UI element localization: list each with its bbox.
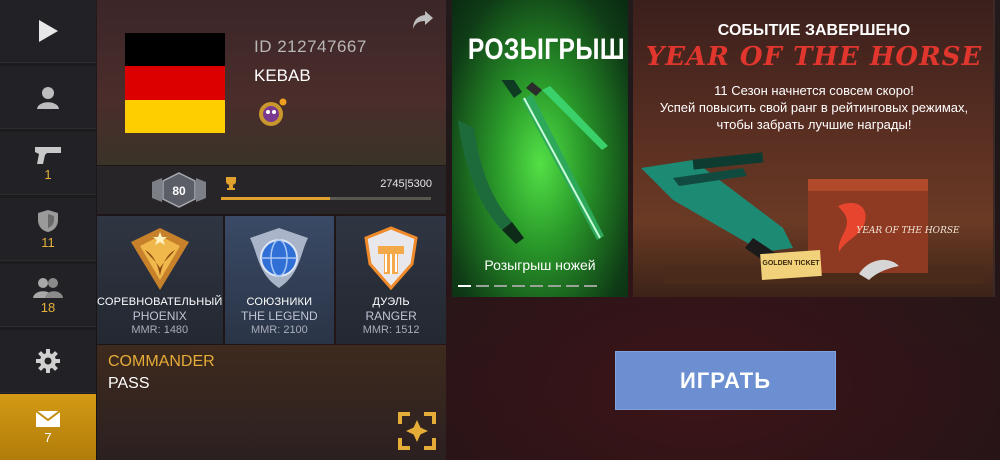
carousel-dot[interactable] bbox=[584, 285, 597, 287]
event-text-2: Успей повысить свой ранг в рейтинговых р… bbox=[659, 100, 969, 115]
mode-name: ДУЭЛЬ bbox=[372, 296, 410, 308]
sidebar: 1 11 18 7 bbox=[0, 0, 96, 460]
mode-competitive[interactable]: СОРЕВНОВАТЕЛЬНЫЙ PHOENIX MMR: 1480 bbox=[97, 216, 223, 344]
level-badge-icon: 80 bbox=[152, 172, 206, 208]
inventory-count: 1 bbox=[44, 166, 52, 182]
svg-text:80: 80 bbox=[172, 184, 186, 198]
mode-rank: PHOENIX bbox=[132, 309, 187, 323]
mode-rank: RANGER bbox=[365, 309, 417, 323]
gear-icon bbox=[36, 349, 60, 373]
mode-allies[interactable]: СОЮЗНИКИ THE LEGEND MMR: 2100 bbox=[224, 216, 335, 344]
country-flag bbox=[125, 33, 225, 133]
mode-rank: THE LEGEND bbox=[241, 309, 318, 323]
golden-ticket-label: GOLDEN TICKET bbox=[762, 260, 820, 267]
flag-stripe bbox=[125, 66, 225, 100]
legend-rank-icon bbox=[250, 228, 309, 288]
player-name: KEBAB bbox=[254, 66, 311, 85]
raffle-banner[interactable]: РОЗЫГРЫШ Розыгрыш ножей bbox=[452, 0, 628, 297]
mode-mmr: MMR: 1480 bbox=[131, 324, 189, 336]
carousel-dot[interactable] bbox=[530, 285, 543, 287]
sidebar-inventory-button[interactable]: 1 bbox=[0, 132, 96, 195]
clan-count: 11 bbox=[41, 234, 55, 250]
carousel-dot[interactable] bbox=[548, 285, 561, 287]
mode-mmr: MMR: 1512 bbox=[362, 324, 420, 336]
profile-card[interactable]: ID 212747667 KEBAB bbox=[97, 0, 446, 165]
friends-count: 18 bbox=[40, 299, 56, 315]
sidebar-friends-button[interactable]: 18 bbox=[0, 264, 96, 327]
sidebar-mail-button[interactable]: 7 bbox=[0, 394, 96, 460]
mail-count: 7 bbox=[44, 430, 52, 445]
commander-pass-subtitle: PASS bbox=[108, 375, 150, 392]
event-logo: YEAR OF THE HORSE bbox=[645, 42, 983, 72]
xp-progress-bar bbox=[221, 197, 431, 200]
event-text-3: чтобы забрать лучшие награды! bbox=[716, 117, 912, 132]
sidebar-play-button[interactable] bbox=[0, 0, 96, 63]
profile-icon bbox=[37, 87, 59, 109]
event-title: СОБЫТИЕ ЗАВЕРШЕНО bbox=[717, 22, 911, 39]
carousel-dot[interactable] bbox=[566, 285, 579, 287]
event-text-1: 11 Сезон начнется совсем скоро! bbox=[714, 83, 914, 98]
pistol-icon bbox=[35, 146, 61, 164]
sidebar-settings-button[interactable] bbox=[0, 330, 96, 393]
raffle-title: РОЗЫГРЫШ bbox=[467, 33, 625, 66]
trophy-icon bbox=[226, 177, 236, 190]
ranger-rank-icon bbox=[364, 226, 418, 291]
friends-icon bbox=[33, 277, 63, 298]
sidebar-profile-button[interactable] bbox=[0, 66, 96, 129]
event-rewards-image: YEAR OF THE HORSE GOLDEN TICKET bbox=[641, 152, 983, 284]
commander-pass-card[interactable]: COMMANDER PASS bbox=[97, 345, 446, 460]
play-icon bbox=[39, 20, 58, 42]
mode-duel[interactable]: ДУЭЛЬ RANGER MMR: 1512 bbox=[336, 216, 446, 344]
mode-name: СОРЕВНОВАТЕЛЬНЫЙ bbox=[97, 296, 223, 308]
flag-stripe bbox=[125, 33, 225, 67]
box-logo: YEAR OF THE HORSE bbox=[856, 226, 960, 236]
flag-stripe bbox=[125, 99, 225, 133]
game-modes: СОРЕВНОВАТЕЛЬНЫЙ PHOENIX MMR: 1480 СОЮЗН… bbox=[97, 216, 446, 344]
carousel-dot[interactable] bbox=[476, 285, 489, 287]
mail-icon bbox=[35, 410, 61, 427]
sidebar-clan-button[interactable]: 11 bbox=[0, 198, 96, 261]
event-banner[interactable]: СОБЫТИЕ ЗАВЕРШЕНО YEAR OF THE HORSE 11 С… bbox=[633, 0, 995, 297]
carousel-dot[interactable] bbox=[512, 285, 525, 287]
commander-pass-emblem-icon bbox=[398, 412, 436, 450]
share-icon[interactable] bbox=[412, 10, 434, 30]
carousel-dot[interactable] bbox=[494, 285, 507, 287]
achievement-badge-icon[interactable] bbox=[257, 98, 287, 128]
mode-mmr: MMR: 2100 bbox=[250, 324, 308, 336]
raffle-subtitle: Розыгрыш ножей bbox=[484, 257, 596, 273]
level-bar: 80 2745|5300 bbox=[97, 166, 446, 214]
play-button[interactable]: ИГРАТЬ bbox=[615, 351, 836, 410]
carousel-indicator[interactable] bbox=[458, 285, 597, 287]
knives-image bbox=[458, 80, 608, 244]
carousel-dot[interactable] bbox=[458, 285, 471, 287]
phoenix-rank-icon bbox=[130, 228, 189, 290]
xp-text: 2745|5300 bbox=[380, 178, 432, 190]
player-id: ID 212747667 bbox=[254, 37, 367, 56]
shield-icon bbox=[38, 209, 58, 232]
mode-name: СОЮЗНИКИ bbox=[246, 296, 313, 308]
commander-pass-title: COMMANDER bbox=[108, 353, 215, 370]
